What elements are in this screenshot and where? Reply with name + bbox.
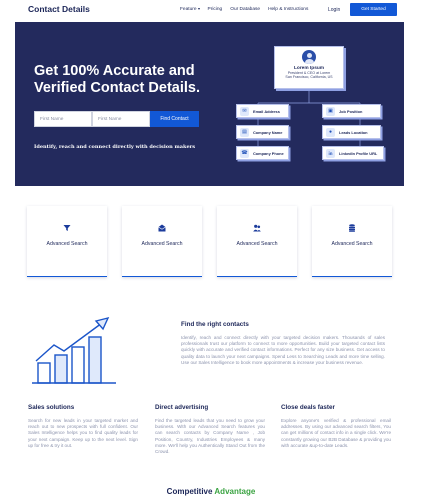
- leads-location-chip: ● Leads Location: [322, 125, 381, 139]
- building-icon: ▤: [240, 127, 249, 137]
- linkedin-icon: in: [326, 148, 335, 158]
- job-position-chip: ▣ Job Position: [322, 104, 381, 118]
- sales-solutions-title: Sales solutions: [28, 404, 75, 411]
- users-icon: [253, 224, 261, 232]
- competitive-word: Competitive: [166, 487, 213, 496]
- feature-card-label: Advanced Search: [141, 241, 183, 247]
- nav-pricing[interactable]: Pricing: [208, 7, 223, 12]
- phone-icon: ☎: [240, 148, 249, 158]
- database-icon: [348, 224, 356, 232]
- job-position-label: Job Position: [339, 108, 363, 114]
- feature-card-label: Advanced Search: [46, 241, 88, 247]
- leads-location-label: Leads Location: [339, 129, 368, 135]
- direct-advertising-title: Direct advertising: [155, 404, 209, 411]
- direct-advertising-body: Find the targeted leads that you need to…: [155, 418, 265, 455]
- login-link[interactable]: Login: [328, 7, 340, 13]
- email-address-chip: ✉ Email Address: [236, 104, 289, 118]
- site-logo[interactable]: Contact Details: [28, 4, 90, 14]
- mail-icon: [158, 224, 166, 232]
- feature-card-1[interactable]: Advanced Search: [27, 206, 107, 277]
- nav-our-database[interactable]: Our Database: [230, 7, 260, 12]
- linkedin-url-label: LinkedIn Profile URL: [339, 150, 378, 156]
- growth-chart-illustration: [32, 316, 116, 384]
- linkedin-url-chip: in LinkedIn Profile URL: [322, 146, 384, 160]
- feature-card-3[interactable]: Advanced Search: [217, 206, 297, 277]
- nav-feature-label: Feature: [180, 7, 197, 12]
- company-name-chip: ▤ Company Name: [236, 125, 289, 139]
- chevron-down-icon: [197, 7, 200, 10]
- sales-solutions-body: Search for new leads in your targeted ma…: [28, 418, 138, 448]
- location-pin-icon: ●: [326, 127, 335, 137]
- email-icon: ✉: [240, 106, 249, 116]
- feature-card-4[interactable]: Advanced Search: [312, 206, 392, 277]
- nav-feature[interactable]: Feature: [180, 7, 200, 12]
- close-deals-title: Close deals faster: [281, 404, 335, 411]
- company-phone-chip: ☎ Company Phone: [236, 146, 289, 160]
- filter-icon: [63, 224, 71, 232]
- advantage-word: Advantage: [214, 487, 256, 496]
- feature-card-label: Advanced Search: [331, 241, 373, 247]
- company-phone-label: Company Phone: [253, 150, 284, 156]
- email-address-label: Email Address: [253, 108, 280, 114]
- close-deals-body: Explore anyone's verified & professional…: [281, 418, 391, 448]
- top-nav: Contact Details Feature Pricing Our Data…: [0, 0, 422, 22]
- feature-card-label: Advanced Search: [236, 241, 278, 247]
- nav-help[interactable]: Help & Instructions: [268, 7, 308, 12]
- hero-banner: Get 100% Accurate and Verified Contact D…: [15, 22, 404, 186]
- get-started-button[interactable]: Get Started: [350, 3, 397, 16]
- feature-card-2[interactable]: Advanced Search: [122, 206, 202, 277]
- contacts-body: Identify, reach and connect directly wit…: [181, 335, 385, 365]
- nav-links: Feature Pricing Our Database Help & Inst…: [180, 7, 308, 12]
- company-name-label: Company Name: [253, 129, 283, 135]
- briefcase-icon: ▣: [326, 106, 335, 116]
- competitive-advantage-heading: Competitive Advantage: [0, 487, 422, 496]
- contacts-title: Find the right contacts: [181, 321, 249, 328]
